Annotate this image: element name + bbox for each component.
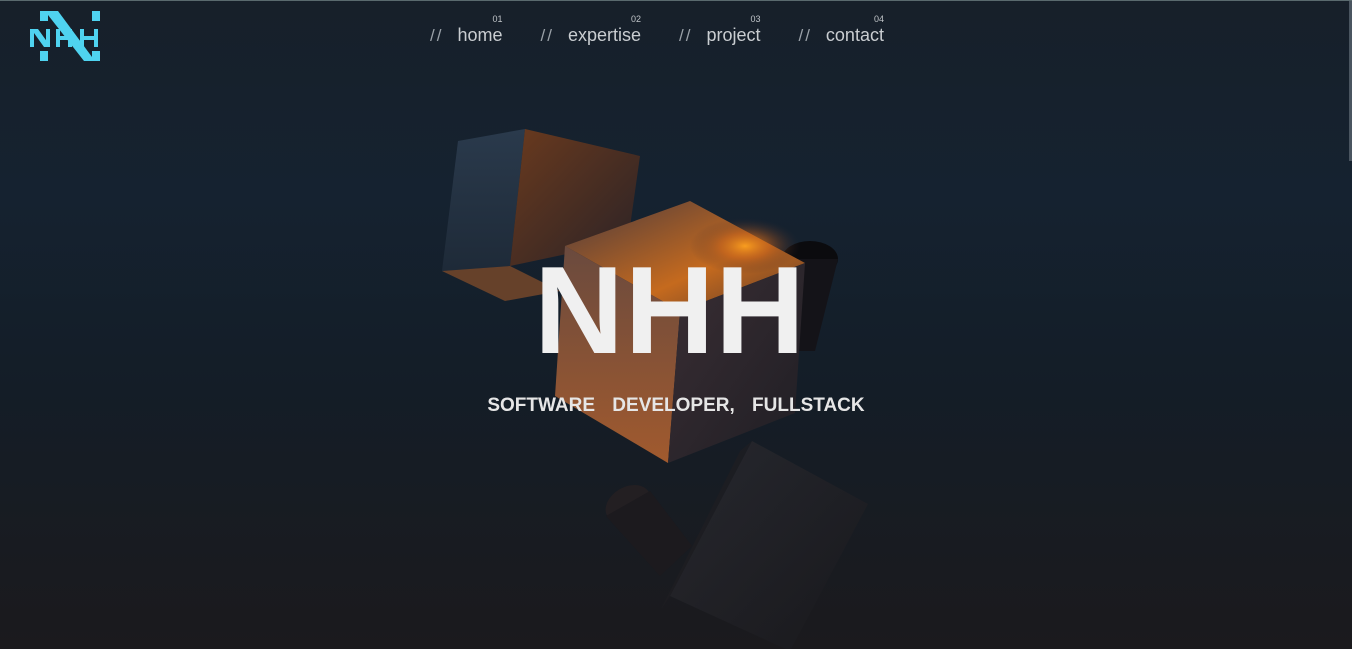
hero-subtitle: SOFTWARE DEVELOPER, FULLSTACK xyxy=(487,395,865,416)
nav-item-contact[interactable]: // contact 04 xyxy=(798,13,884,46)
nav-label[interactable]: home xyxy=(457,25,502,46)
nav-label[interactable]: contact xyxy=(826,25,884,46)
nav-item-project[interactable]: // project 03 xyxy=(679,13,760,46)
nhh-logo-icon[interactable] xyxy=(28,11,112,63)
nav-number: 03 xyxy=(750,14,761,24)
nav-number: 01 xyxy=(492,14,503,24)
nav-slash: // xyxy=(540,26,554,45)
nav-number: 04 xyxy=(873,14,884,24)
nav-item-expertise[interactable]: // expertise 02 xyxy=(540,13,641,46)
main-nav: // home 01 // expertise 02 // project 03… xyxy=(430,13,884,46)
nav-label[interactable]: project xyxy=(706,25,760,46)
page: // home 01 // expertise 02 // project 03… xyxy=(0,0,1352,649)
nav-slash: // xyxy=(678,26,693,45)
nav-slash: // xyxy=(430,26,444,45)
nav-item-home[interactable]: // home 01 xyxy=(430,13,502,46)
nav-label[interactable]: expertise xyxy=(568,25,641,46)
nav-slash: // xyxy=(798,26,812,45)
nav-number: 02 xyxy=(630,14,641,24)
hero-title: NHH xyxy=(534,242,806,380)
